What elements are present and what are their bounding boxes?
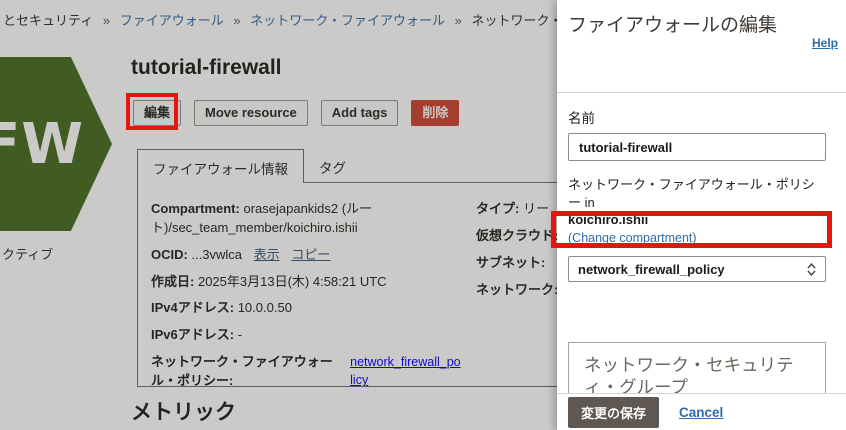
dim-overlay	[0, 0, 557, 430]
chevron-up-down-icon	[807, 263, 816, 276]
policy-select-value: network_firewall_policy	[578, 262, 725, 277]
panel-header: ファイアウォールの編集 Help	[557, 0, 846, 93]
panel-title: ファイアウォールの編集	[568, 8, 778, 44]
change-compartment-link[interactable]: (Change compartment)	[568, 231, 697, 245]
cancel-link[interactable]: Cancel	[679, 405, 723, 420]
save-changes-button[interactable]: 変更の保存	[568, 397, 659, 428]
panel-footer: 変更の保存 Cancel	[557, 393, 846, 430]
policy-in-label: ネットワーク・ファイアウォール・ポリシー in	[568, 176, 826, 212]
policy-select[interactable]: network_firewall_policy	[568, 256, 826, 282]
edit-firewall-panel: ファイアウォールの編集 Help 名前 ネットワーク・ファイアウォール・ポリシー…	[557, 0, 846, 430]
help-link[interactable]: Help	[812, 36, 838, 50]
panel-body: 名前 ネットワーク・ファイアウォール・ポリシー in koichiro.ishi…	[557, 93, 846, 393]
policy-compartment: koichiro.ishii	[568, 212, 826, 227]
name-input[interactable]	[568, 133, 826, 161]
name-label: 名前	[568, 107, 826, 127]
